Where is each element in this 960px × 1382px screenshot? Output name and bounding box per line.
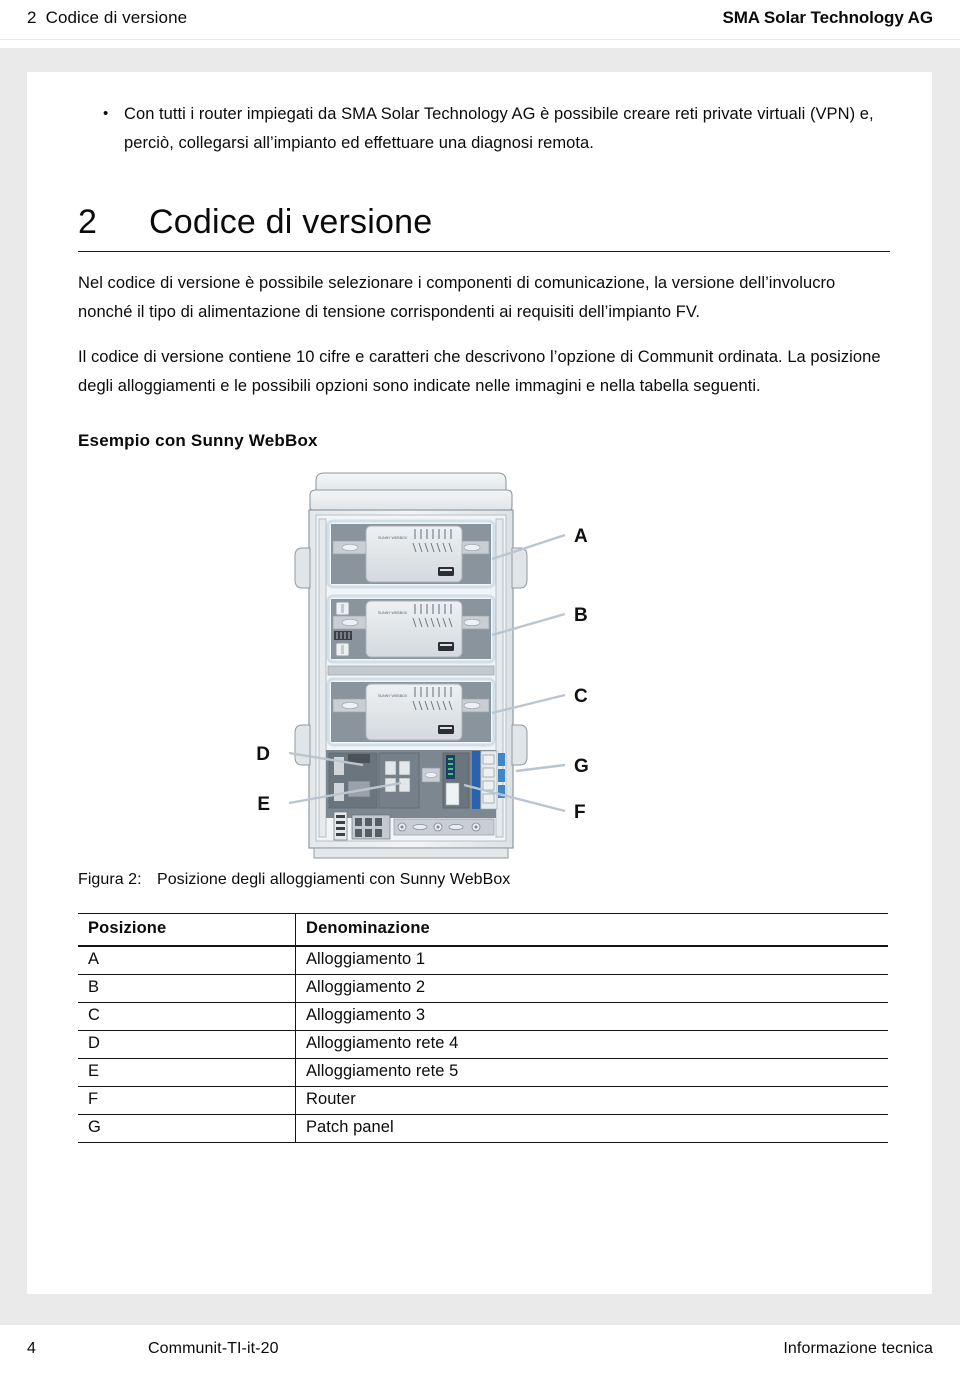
device-brand-label: SUNNY WEBBOX [378, 694, 408, 698]
cell-denomination: Alloggiamento 1 [295, 946, 888, 975]
document-id: Communit-TI-it-20 [148, 1340, 279, 1357]
cell-denomination: Alloggiamento 3 [295, 1002, 888, 1031]
cell-position: A [78, 946, 296, 975]
callout-letter-c: C [574, 686, 588, 707]
chapter-number: 2 [78, 203, 98, 241]
cell-denomination: Alloggiamento rete 5 [295, 1058, 888, 1087]
callout-letter-d: D [256, 744, 270, 765]
cell-denomination: Router [295, 1086, 888, 1115]
column-header-denominazione: Denominazione [295, 913, 888, 947]
cell-position: G [78, 1114, 296, 1143]
chapter-divider [78, 251, 890, 252]
figure-caption-label: Figura 2: [78, 871, 142, 888]
table-row: A Alloggiamento 1 [78, 946, 888, 975]
device-brand-label: SUNNY WEBBOX [378, 611, 408, 615]
router-module [442, 752, 470, 809]
slot-b: SUNNY WEBBOX [326, 594, 496, 664]
list-item: Con tutti i router impiegati da SMA Sola… [78, 99, 890, 158]
bullet-list: Con tutti i router impiegati da SMA Sola… [78, 99, 890, 158]
figure-cabinet-diagram: SUNNY WEBBOX SUNNY WEBBOX SUNNY WEBBOX A… [78, 463, 890, 863]
figure-caption-text: Posizione degli alloggiamenti con Sunny … [157, 871, 511, 888]
cabinet-top-cap [309, 472, 513, 512]
paragraph: Nel codice di versione è possibile selez… [78, 274, 836, 321]
page-number: 4 [27, 1340, 36, 1357]
page-title: 2 Codice di versione [78, 202, 890, 242]
section-subheading: Esempio con Sunny WebBox [78, 431, 318, 450]
table-row: G Patch panel [78, 1114, 888, 1143]
document-type: Informazione tecnica [783, 1340, 933, 1357]
cell-position: E [78, 1058, 296, 1087]
chapter-title: Codice di versione [149, 203, 433, 241]
header-company-name: SMA Solar Technology AG [722, 8, 933, 27]
cell-position: D [78, 1030, 296, 1059]
table-row: C Alloggiamento 3 [78, 1002, 888, 1031]
cell-denomination: Alloggiamento rete 4 [295, 1030, 888, 1059]
page-header: 2 Codice di versione SMA Solar Technology… [0, 0, 960, 40]
table-header-row: Posizione Denominazione [78, 913, 888, 947]
table-row: B Alloggiamento 2 [78, 974, 888, 1003]
slot-a: SUNNY WEBBOX [326, 519, 496, 589]
header-chapter: 2 Codice di versione [27, 8, 187, 28]
cell-position: F [78, 1086, 296, 1115]
header-chapter-title: Codice di versione [45, 8, 188, 27]
page-footer: 4 Communit-TI-it-20 Informazione tecnica [0, 1340, 960, 1370]
column-header-posizione: Posizione [78, 913, 296, 947]
page-content: Con tutti i router impiegati da SMA Sola… [78, 99, 890, 1143]
cell-position: C [78, 1002, 296, 1031]
page-frame: Con tutti i router impiegati da SMA Sola… [0, 48, 960, 1325]
device-brand-label: SUNNY WEBBOX [378, 536, 408, 540]
cell-denomination: Patch panel [295, 1114, 888, 1143]
table-row: E Alloggiamento rete 5 [78, 1058, 888, 1087]
header-chapter-number: 2 [27, 8, 37, 27]
callout-letter-a: A [574, 526, 588, 547]
network-slot-5 [378, 752, 420, 809]
cell-position: B [78, 974, 296, 1003]
callout-letter-f: F [574, 802, 586, 823]
callout-letter-g: G [574, 756, 589, 777]
table-row: F Router [78, 1086, 888, 1115]
paragraph: Il codice di versione contiene 10 cifre … [78, 348, 881, 395]
positions-table: Posizione Denominazione A Alloggiamento … [78, 913, 888, 1143]
callout-letter-b: B [574, 605, 588, 626]
terminal-strips [333, 811, 391, 841]
page-sheet: Con tutti i router impiegati da SMA Sola… [27, 72, 932, 1294]
cabinet-illustration: SUNNY WEBBOX SUNNY WEBBOX SUNNY WEBBOX A… [256, 472, 589, 859]
table-row: D Alloggiamento rete 4 [78, 1030, 888, 1059]
callout-letter-e: E [257, 794, 270, 815]
cell-denomination: Alloggiamento 2 [295, 974, 888, 1003]
figure-caption: Figura 2: Posizione degli alloggiamenti … [78, 871, 890, 889]
slot-c: SUNNY WEBBOX [326, 677, 496, 747]
